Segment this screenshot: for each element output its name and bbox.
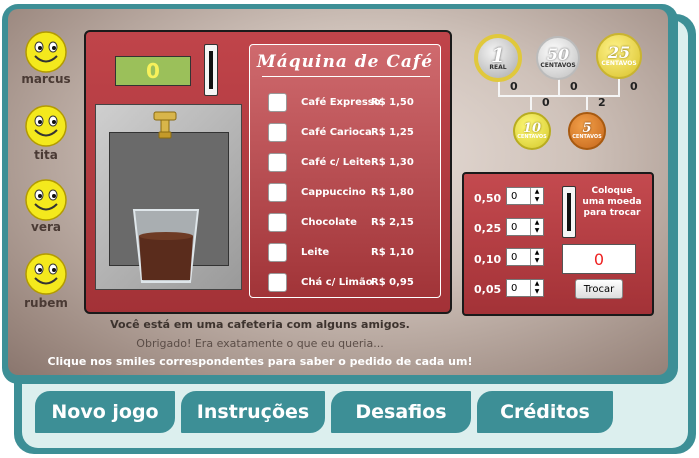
stepper-value: 0 <box>511 282 518 294</box>
menu-item-name: Cappuccino <box>301 186 366 198</box>
smile-icon-rubem[interactable] <box>24 252 68 296</box>
menu-checkbox[interactable] <box>268 92 287 112</box>
coin-1-real[interactable]: 1 REAL <box>474 34 522 82</box>
stepper-arrows-icon[interactable]: ▲ ▼ <box>530 219 543 235</box>
stepper-arrows-icon[interactable]: ▲ ▼ <box>530 249 543 265</box>
menu-title-underline <box>262 76 430 77</box>
coin-label: CENTAVOS <box>601 60 637 67</box>
menu-row[interactable]: Café Expresso R$ 1,50 <box>268 92 436 112</box>
menu-item-price: R$ 1,50 <box>371 96 414 108</box>
coin-wire <box>558 78 560 96</box>
coin-wire <box>618 78 620 96</box>
menu-checkbox[interactable] <box>268 152 287 172</box>
message-instruction: Clique nos smiles correspondentes para s… <box>47 355 473 368</box>
menu-item-name: Leite <box>301 246 330 258</box>
menu-item-price: R$ 1,25 <box>371 126 414 138</box>
message-intro: Você está em uma cafeteria com alguns am… <box>110 318 410 331</box>
exchange-display: 0 <box>562 244 636 274</box>
menu-row[interactable]: Chocolate R$ 2,15 <box>268 212 436 232</box>
menu-item-name: Café Carioca <box>301 126 372 138</box>
coffee-cup-icon <box>132 209 200 283</box>
menu-item-price: R$ 0,95 <box>371 276 414 288</box>
friend-name-tita: tita <box>34 148 58 162</box>
coin-slot[interactable] <box>204 44 218 96</box>
exchange-stepper[interactable]: 0 ▲ ▼ <box>506 218 544 236</box>
menu-item-name: Chocolate <box>301 216 357 228</box>
coin-count: 0 <box>630 80 638 93</box>
coin-count: 0 <box>570 80 578 93</box>
stepper-arrows-icon[interactable]: ▲ ▼ <box>530 188 543 204</box>
exchange-row-label: 0,50 <box>474 192 502 205</box>
menu-item-price: R$ 1,10 <box>371 246 414 258</box>
coin-count: 0 <box>510 80 518 93</box>
smile-icon-tita[interactable] <box>24 104 68 148</box>
exchange-instruction: Coloque uma moeda para trocar <box>582 186 642 218</box>
menu-row[interactable]: Cappuccino R$ 1,80 <box>268 182 436 202</box>
coin-label: REAL <box>489 64 507 71</box>
nav-instructions[interactable]: Instruções <box>178 388 328 436</box>
menu-row[interactable]: Leite R$ 1,10 <box>268 242 436 262</box>
menu-checkbox[interactable] <box>268 122 287 142</box>
menu-checkbox[interactable] <box>268 212 287 232</box>
stepper-value: 0 <box>511 221 518 233</box>
menu-row[interactable]: Café c/ Leite R$ 1,30 <box>268 152 436 172</box>
menu-item-price: R$ 2,15 <box>371 216 414 228</box>
coin-label: CENTAVOS <box>517 134 547 140</box>
coin-25-centavos[interactable]: 25 CENTAVOS <box>596 33 642 79</box>
credit-display: 0 <box>115 56 191 86</box>
coin-wire <box>586 96 588 110</box>
menu-checkbox[interactable] <box>268 272 287 292</box>
menu-item-price: R$ 1,80 <box>371 186 414 198</box>
menu-item-name: Chá c/ Limão <box>301 276 373 288</box>
coin-value: 25 <box>607 43 631 62</box>
coin-label: CENTAVOS <box>572 134 602 140</box>
stepper-value: 0 <box>511 190 518 202</box>
smile-icon-marcus[interactable] <box>24 30 68 74</box>
menu-item-price: R$ 1,30 <box>371 156 414 168</box>
menu-title: Máquina de Café <box>256 52 434 72</box>
nozzle-icon <box>153 111 177 139</box>
friend-name-rubem: rubem <box>24 296 68 310</box>
friend-name-vera: vera <box>31 220 61 234</box>
menu-item-name: Café Expresso <box>301 96 381 108</box>
coin-value: 50 <box>546 45 570 64</box>
exchange-button[interactable]: Trocar <box>575 279 623 299</box>
stepper-value: 0 <box>511 251 518 263</box>
coin-count: 0 <box>542 96 550 109</box>
exchange-row-label: 0,10 <box>474 253 502 266</box>
menu-checkbox[interactable] <box>268 242 287 262</box>
stepper-arrows-icon[interactable]: ▲ ▼ <box>530 280 543 296</box>
coin-10-centavos[interactable]: 10 CENTAVOS <box>513 112 551 150</box>
exchange-stepper[interactable]: 0 ▲ ▼ <box>506 187 544 205</box>
exchange-stepper[interactable]: 0 ▲ ▼ <box>506 279 544 297</box>
coin-value: 1 <box>491 43 505 67</box>
menu-row[interactable]: Café Carioca R$ 1,25 <box>268 122 436 142</box>
nav-new-game[interactable]: Novo jogo <box>32 388 178 436</box>
coin-wire <box>530 96 532 110</box>
coin-50-centavos[interactable]: 50 CENTAVOS <box>536 36 580 80</box>
coin-label: CENTAVOS <box>540 62 576 69</box>
menu-row[interactable]: Chá c/ Limão R$ 0,95 <box>268 272 436 292</box>
coin-5-centavos[interactable]: 5 CENTAVOS <box>568 112 606 150</box>
message-feedback: Obrigado! Era exatamente o que eu queria… <box>136 337 384 350</box>
coin-count: 2 <box>598 96 606 109</box>
exchange-coin-slot[interactable] <box>562 186 576 238</box>
menu-checkbox[interactable] <box>268 182 287 202</box>
nav-challenges[interactable]: Desafios <box>328 388 474 436</box>
exchange-row-label: 0,25 <box>474 222 502 235</box>
friend-name-marcus: marcus <box>21 72 71 86</box>
menu-item-name: Café c/ Leite <box>301 156 371 168</box>
nav-credits[interactable]: Créditos <box>474 388 616 436</box>
exchange-stepper[interactable]: 0 ▲ ▼ <box>506 248 544 266</box>
smile-icon-vera[interactable] <box>24 178 68 222</box>
exchange-row-label: 0,05 <box>474 283 502 296</box>
